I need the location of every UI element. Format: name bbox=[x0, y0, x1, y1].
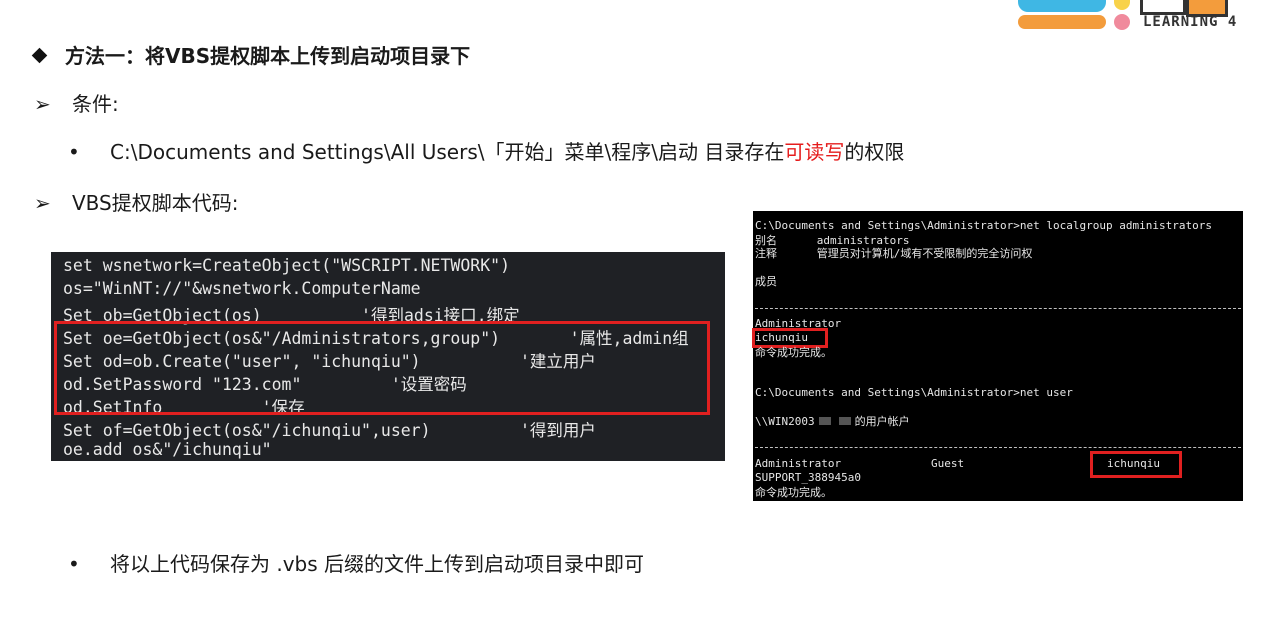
diamond-bullet-icon bbox=[31, 47, 48, 64]
condition-highlight: 可读写 bbox=[784, 140, 845, 164]
condition-path: C:\Documents and Settings\All Users\「开始」… bbox=[110, 140, 785, 164]
terminal-user: Guest bbox=[931, 457, 965, 470]
footer-note: • 将以上代码保存为 .vbs 后缀的文件上传到启动项目录中即可 bbox=[68, 548, 644, 577]
code-highlight-box bbox=[54, 321, 710, 415]
condition-line: ➢ 条件: bbox=[34, 88, 119, 117]
script-label-line: ➢ VBS提权脚本代码: bbox=[34, 187, 238, 216]
terminal-separator bbox=[755, 308, 1241, 309]
redaction-mark bbox=[818, 417, 831, 425]
terminal-members-label: 成员 bbox=[755, 275, 777, 288]
condition-label: 条件: bbox=[72, 92, 119, 116]
code-line: Set of=GetObject(os&"/ichunqiu",user) '得… bbox=[63, 421, 596, 440]
terminal-user: SUPPORT_388945a0 bbox=[755, 471, 861, 484]
logo-glyph bbox=[1140, 0, 1186, 15]
terminal-user: Administrator bbox=[755, 457, 842, 470]
section-heading: 方法一：将VBS提权脚本上传到启动项目录下 bbox=[31, 40, 471, 69]
dot-bullet-icon: • bbox=[68, 140, 80, 164]
dot-bullet-icon: • bbox=[68, 552, 80, 576]
script-label: VBS提权脚本代码: bbox=[72, 191, 239, 215]
terminal-success: 命令成功完成。 bbox=[755, 346, 832, 359]
logo-text: LEARNING 4 bbox=[1143, 14, 1238, 30]
terminal-success: 命令成功完成。 bbox=[755, 486, 832, 499]
condition-tail: 的权限 bbox=[844, 140, 905, 164]
terminal-command: C:\Documents and Settings\Administrator>… bbox=[755, 386, 1073, 399]
code-line: set wsnetwork=CreateObject("WSCRIPT.NETW… bbox=[63, 256, 511, 275]
logo-dot-pink bbox=[1114, 14, 1130, 30]
logo-bar-blue bbox=[1018, 0, 1106, 12]
arrow-bullet-icon: ➢ bbox=[34, 191, 51, 215]
arrow-bullet-icon: ➢ bbox=[34, 92, 51, 116]
code-line: oe.add os&"/ichunqiu" bbox=[63, 440, 272, 459]
terminal-screenshot: C:\Documents and Settings\Administrator>… bbox=[752, 211, 1243, 501]
heading-text: 方法一：将VBS提权脚本上传到启动项目录下 bbox=[65, 44, 471, 68]
condition-detail: • C:\Documents and Settings\All Users\「开始… bbox=[68, 136, 904, 165]
logo-dot-yellow bbox=[1114, 0, 1130, 10]
code-line: os="WinNT://"&wsnetwork.ComputerName bbox=[63, 279, 421, 298]
terminal-host-suffix: 的用户帐户 bbox=[854, 415, 910, 428]
redaction-mark bbox=[838, 417, 851, 425]
terminal-host: \\WIN2003 bbox=[755, 415, 815, 428]
terminal-command: C:\Documents and Settings\Administrator>… bbox=[755, 219, 1212, 232]
terminal-comment-row: 注释 管理员对计算机/域有不受限制的完全访问权 bbox=[755, 247, 1033, 260]
terminal-host-line: \\WIN2003 的用户帐户 bbox=[755, 413, 910, 429]
logo-bar-orange bbox=[1018, 15, 1106, 29]
terminal-separator bbox=[755, 447, 1241, 448]
terminal-highlight-box bbox=[1090, 451, 1182, 478]
footer-text: 将以上代码保存为 .vbs 后缀的文件上传到启动项目录中即可 bbox=[110, 552, 645, 576]
